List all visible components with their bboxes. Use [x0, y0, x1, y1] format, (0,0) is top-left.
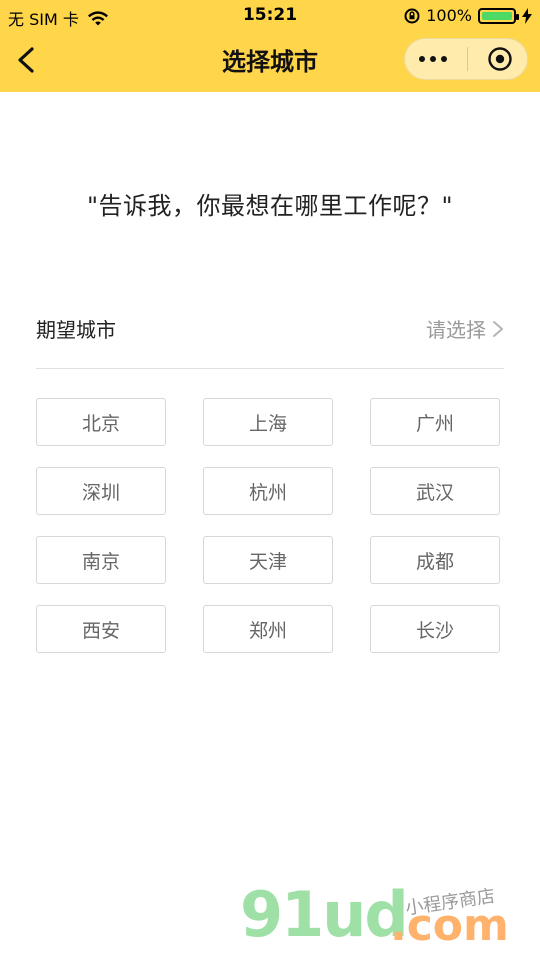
watermark-brand: 91ud — [240, 878, 409, 951]
city-button[interactable]: 杭州 — [203, 467, 333, 515]
city-button[interactable]: 长沙 — [370, 605, 500, 653]
city-button[interactable]: 郑州 — [203, 605, 333, 653]
city-button[interactable]: 上海 — [203, 398, 333, 446]
mini-program-page: 无 SIM 卡 15:21 100% 选择城市 "告诉我，你最想在哪里工作呢？"… — [0, 0, 540, 960]
city-button[interactable]: 武汉 — [370, 467, 500, 515]
top-header: 无 SIM 卡 15:21 100% 选择城市 — [0, 0, 540, 92]
city-button[interactable]: 南京 — [36, 536, 166, 584]
city-select[interactable]: 请选择 — [426, 314, 504, 343]
city-button[interactable]: 成都 — [370, 536, 500, 584]
mini-program-capsule — [404, 38, 528, 80]
city-button[interactable]: 北京 — [36, 398, 166, 446]
city-button[interactable]: 深圳 — [36, 467, 166, 515]
status-right: 100% — [404, 6, 532, 25]
expected-city-row[interactable]: 期望城市 请选择 — [36, 312, 504, 346]
expected-city-label: 期望城市 — [36, 318, 116, 342]
capsule-divider — [466, 47, 468, 71]
divider-line — [36, 368, 504, 369]
charging-bolt-icon — [522, 7, 532, 24]
city-select-placeholder: 请选择 — [426, 318, 486, 342]
watermark: 91ud .com 小程序商店 — [240, 884, 540, 960]
close-target-icon[interactable] — [487, 46, 513, 72]
status-bar: 无 SIM 卡 15:21 100% — [0, 0, 540, 30]
question-quote: "告诉我，你最想在哪里工作呢？" — [86, 192, 454, 220]
orientation-lock-icon — [404, 8, 420, 23]
city-button[interactable]: 天津 — [203, 536, 333, 584]
city-button[interactable]: 广州 — [370, 398, 500, 446]
city-button[interactable]: 西安 — [36, 605, 166, 653]
chevron-right-icon — [493, 320, 503, 337]
battery-fill — [482, 11, 512, 20]
battery-icon — [478, 7, 519, 24]
more-menu-icon[interactable] — [419, 54, 447, 64]
city-grid: 北京 上海 广州 深圳 杭州 武汉 南京 天津 成都 西安 郑州 长沙 — [36, 398, 500, 654]
navigation-bar: 选择城市 — [0, 32, 540, 88]
battery-percent: 100% — [426, 6, 472, 25]
